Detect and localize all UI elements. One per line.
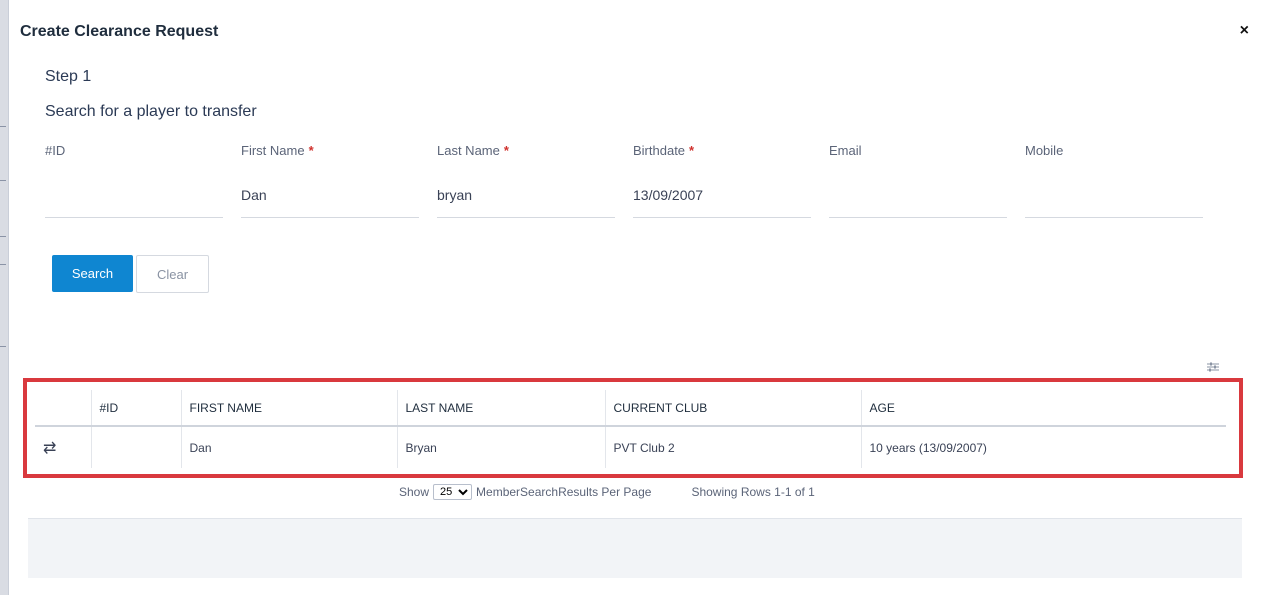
sliders-icon[interactable]	[1207, 362, 1221, 374]
step-label: Step 1	[45, 68, 92, 85]
table-header-row: #ID FIRST NAME LAST NAME CURRENT CLUB AG…	[35, 390, 1226, 427]
step-subtitle: Search for a player to transfer	[45, 103, 257, 120]
per-page-label: MemberSearchResults Per Page	[476, 485, 652, 499]
birthdate-field: Birthdate *	[633, 143, 811, 219]
pagination-bar: Show 25 MemberSearchResults Per Page Sho…	[399, 484, 815, 500]
column-header-id: #ID	[90, 390, 181, 427]
transfer-icon[interactable]: ⇄	[35, 426, 91, 468]
create-clearance-modal: Create Clearance Request × Step 1 Search…	[8, 0, 1269, 595]
clear-button[interactable]: Clear	[136, 255, 209, 293]
results-table: #ID FIRST NAME LAST NAME CURRENT CLUB AG…	[35, 390, 1226, 468]
first-name-field: First Name *	[241, 143, 419, 219]
required-marker: *	[689, 143, 695, 158]
modal-title: Create Clearance Request	[20, 23, 219, 40]
close-icon[interactable]: ×	[1240, 22, 1249, 40]
show-label: Show	[399, 485, 430, 499]
email-input[interactable]	[829, 173, 1007, 218]
first-name-label: First Name *	[241, 143, 314, 158]
rows-info: Showing Rows 1-1 of 1	[691, 485, 815, 499]
required-marker: *	[308, 143, 314, 158]
cell-first-name: Dan	[180, 426, 397, 468]
mobile-label: Mobile	[1025, 143, 1064, 158]
first-name-input[interactable]	[241, 173, 419, 218]
cell-id	[90, 426, 181, 468]
id-field: #ID	[45, 143, 223, 219]
column-header-age: AGE	[860, 390, 1226, 427]
cell-current-club: PVT Club 2	[604, 426, 861, 468]
mobile-field: Mobile	[1025, 143, 1203, 219]
search-button[interactable]: Search	[52, 255, 133, 292]
column-header-current-club: CURRENT CLUB	[604, 390, 861, 427]
cell-last-name: Bryan	[396, 426, 605, 468]
column-header-first-name: FIRST NAME	[180, 390, 397, 427]
id-input[interactable]	[45, 173, 223, 218]
required-marker: *	[503, 143, 509, 158]
birthdate-input[interactable]	[633, 173, 811, 218]
last-name-field: Last Name *	[437, 143, 615, 219]
modal-footer	[28, 518, 1242, 578]
mobile-input[interactable]	[1025, 173, 1203, 218]
last-name-label: Last Name *	[437, 143, 509, 158]
last-name-input[interactable]	[437, 173, 615, 218]
table-row: ⇄ Dan Bryan PVT Club 2 10 years (13/09/2…	[35, 426, 1226, 468]
birthdate-label: Birthdate *	[633, 143, 695, 158]
page-size-select[interactable]: 25	[433, 484, 473, 500]
id-field-label: #ID	[45, 143, 66, 158]
email-field: Email	[829, 143, 1007, 219]
cell-age: 10 years (13/09/2007)	[860, 426, 1226, 468]
action-column-header	[35, 390, 91, 427]
column-header-last-name: LAST NAME	[396, 390, 605, 427]
email-label: Email	[829, 143, 862, 158]
